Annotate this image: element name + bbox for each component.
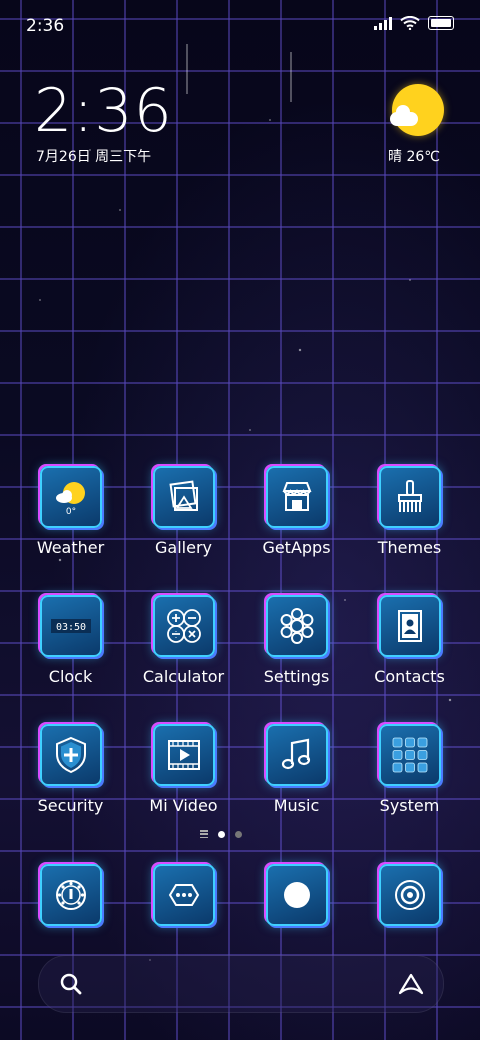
app-system-folder[interactable]: System <box>353 724 466 815</box>
app-security[interactable]: Security <box>14 724 127 815</box>
folder-grid-icon[interactable] <box>378 724 441 786</box>
app-label: GetApps <box>262 538 331 557</box>
store-icon[interactable] <box>265 466 328 528</box>
app-mi-video[interactable]: Mi Video <box>127 724 240 815</box>
app-calculator[interactable]: Calculator <box>127 595 240 686</box>
status-time: 2:36 <box>26 16 65 36</box>
wallpaper-streak <box>290 52 292 102</box>
clock-widget-date: 7月26日 周三下午 <box>36 149 152 165</box>
app-label: Contacts <box>374 667 445 686</box>
brush-icon[interactable] <box>378 466 441 528</box>
app-label: Security <box>37 796 104 815</box>
app-themes[interactable]: Themes <box>353 466 466 557</box>
video-icon[interactable] <box>152 724 215 786</box>
app-label: Weather <box>36 538 105 557</box>
search-bar[interactable] <box>38 955 444 1013</box>
page-indicator[interactable] <box>200 830 242 838</box>
dock <box>14 864 466 926</box>
page-dot-active <box>218 830 225 838</box>
app-clock[interactable]: 03:50 Clock <box>14 595 127 686</box>
app-label: System <box>379 796 440 815</box>
dock-browser[interactable] <box>240 864 353 926</box>
gear-icon[interactable] <box>265 595 328 657</box>
clock-widget-time[interactable]: 2:36 <box>34 76 173 146</box>
app-weather[interactable]: 0° Weather <box>14 466 127 557</box>
dock-messages[interactable] <box>127 864 240 926</box>
app-label: Clock <box>48 667 93 686</box>
app-label: Settings <box>263 667 330 686</box>
dock-phone[interactable] <box>14 864 127 926</box>
app-contacts[interactable]: Contacts <box>353 595 466 686</box>
battery-icon <box>428 16 454 30</box>
calculator-icon[interactable] <box>152 595 215 657</box>
dock-camera[interactable] <box>353 864 466 926</box>
app-getapps[interactable]: GetApps <box>240 466 353 557</box>
app-gallery[interactable]: Gallery <box>127 466 240 557</box>
clock-icon-digits: 03:50 <box>55 622 85 633</box>
gallery-icon[interactable] <box>152 466 215 528</box>
app-label: Gallery <box>155 538 212 557</box>
contacts-icon[interactable] <box>378 595 441 657</box>
signal-icon <box>374 16 392 30</box>
app-label: Music <box>273 796 320 815</box>
app-label: Calculator <box>142 667 225 686</box>
cloud-icon <box>390 105 418 126</box>
page-dot <box>235 830 242 838</box>
app-settings[interactable]: Settings <box>240 595 353 686</box>
music-icon[interactable] <box>265 724 328 786</box>
app-label: Themes <box>377 538 442 557</box>
browser-icon[interactable] <box>265 864 328 926</box>
wifi-icon <box>400 16 420 30</box>
app-grid: 0° Weather Gallery GetApps Themes 03:50 … <box>14 466 466 815</box>
weather-icon[interactable]: 0° <box>39 466 102 528</box>
wallpaper-streak <box>186 44 188 94</box>
status-bar: 2:36 <box>0 0 480 50</box>
shield-icon[interactable] <box>39 724 102 786</box>
weather-icon-temp: 0° <box>65 507 75 517</box>
page-indicator-list-icon <box>200 830 208 838</box>
app-label: Mi Video <box>149 796 218 815</box>
phone-dialer-icon[interactable] <box>39 864 102 926</box>
clock-icon[interactable]: 03:50 <box>39 595 102 657</box>
status-icons <box>374 16 454 30</box>
messages-icon[interactable] <box>152 864 215 926</box>
search-icon[interactable] <box>59 972 83 1000</box>
camera-icon[interactable] <box>378 864 441 926</box>
assistant-icon[interactable] <box>397 972 425 1000</box>
app-music[interactable]: Music <box>240 724 353 815</box>
weather-widget-text: 晴 26℃ <box>388 149 440 165</box>
